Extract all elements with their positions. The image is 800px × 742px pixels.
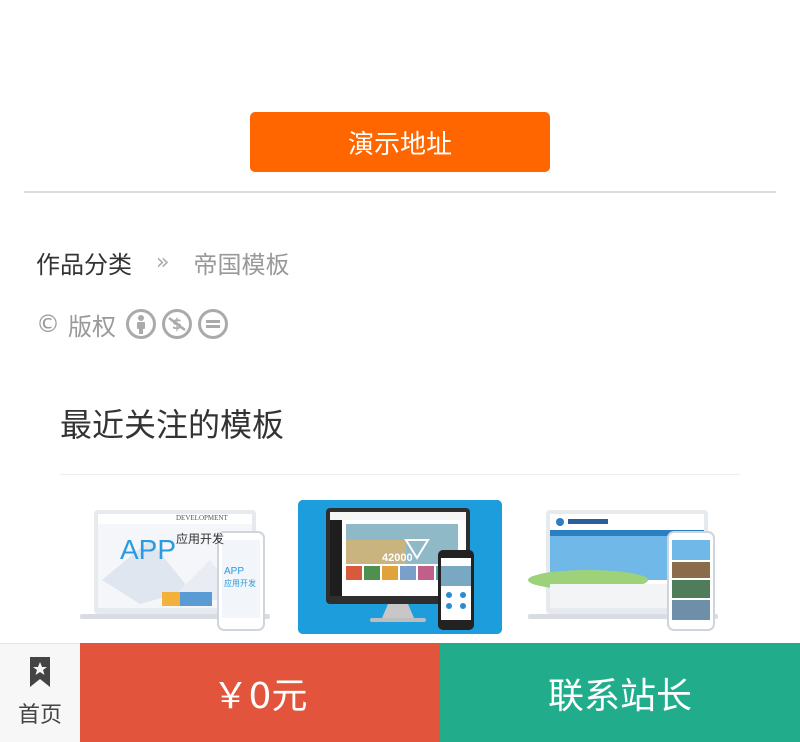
cc-noncommercial-icon: $ xyxy=(162,309,192,339)
template-thumbnail[interactable]: 42000 xyxy=(298,500,502,634)
breadcrumb-category-link[interactable]: 作品分类 xyxy=(36,245,132,280)
thumb-app-subtitle: 应用开发 xyxy=(176,532,225,546)
recent-templates-list: APP DEVELOPMENT 应用开发 APP 应用开发 42000 xyxy=(80,500,740,642)
bottom-action-bar: 首页 ￥0元 联系站长 xyxy=(0,643,800,742)
home-tab-label: 首页 xyxy=(17,703,62,728)
home-tab[interactable]: 首页 xyxy=(0,643,80,742)
breadcrumb-current-link[interactable]: 帝国模板 xyxy=(193,245,289,280)
cc-attribution-icon xyxy=(126,309,156,339)
cc-noderivatives-icon xyxy=(198,309,228,339)
template-thumbnail[interactable] xyxy=(528,500,732,634)
divider xyxy=(60,474,740,475)
copyright-label: 版权 xyxy=(68,312,116,341)
thumb-banner-number: 42000 xyxy=(382,552,413,564)
breadcrumb-separator: » xyxy=(156,249,170,275)
thumb-phone-app: APP xyxy=(224,566,245,577)
bookmark-icon xyxy=(29,657,51,691)
copyright-symbol: © xyxy=(36,310,60,338)
thumb-app-title: APP xyxy=(120,534,177,565)
recent-templates-title: 最近关注的模板 xyxy=(60,406,285,444)
template-thumbnail[interactable]: APP DEVELOPMENT 应用开发 APP 应用开发 xyxy=(80,500,284,634)
cc-license-icons: $ xyxy=(126,309,228,339)
thumb-phone-subtitle: 应用开发 xyxy=(224,579,256,588)
demo-address-button[interactable]: 演示地址 xyxy=(250,112,550,172)
contact-owner-button[interactable]: 联系站长 xyxy=(440,643,800,742)
thumb-dev-label: DEVELOPMENT xyxy=(176,514,228,522)
breadcrumb: 作品分类 » 帝国模板 xyxy=(36,244,289,280)
copyright-line: © 版权 $ xyxy=(36,305,228,343)
divider xyxy=(24,191,776,193)
price-button[interactable]: ￥0元 xyxy=(80,643,440,742)
